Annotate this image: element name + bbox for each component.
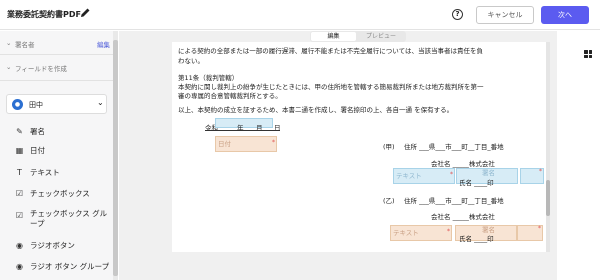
pencil-icon[interactable] <box>80 7 92 19</box>
document-title: 業務委託契約書PDF <box>7 10 81 19</box>
party-a-company: 会社名 _____株式会社 <box>431 160 495 168</box>
mode-tabs: 編集 プレビュー <box>310 31 406 42</box>
cancel-button[interactable]: キャンセル <box>476 6 534 24</box>
chevron-down-icon[interactable]: ⌄ <box>6 63 11 71</box>
party-a-name: 氏名 ____印 <box>459 179 494 187</box>
document-scrollbar-thumb[interactable] <box>546 180 550 216</box>
help-icon[interactable]: ? <box>452 9 463 20</box>
divider <box>0 80 113 81</box>
user-avatar-icon: ● <box>12 99 23 110</box>
next-button[interactable]: 次へ <box>541 6 589 24</box>
party-a-label: (甲) <box>383 143 395 151</box>
required-star: * <box>447 228 450 235</box>
chevron-down-icon: ⌄ <box>97 98 104 107</box>
document-scrollbar[interactable] <box>546 42 550 252</box>
date-underline <box>205 130 280 131</box>
text-field-placeholder: テキスト <box>396 172 422 180</box>
doc-line: による契約の全部または一部の履行遅滞、履行不能または不完全履行については、当該当… <box>178 47 483 55</box>
grid-icon[interactable] <box>584 50 592 58</box>
signers-heading: 署名者 <box>15 41 35 49</box>
field-checkbox-group[interactable]: チェックボックス グループ <box>30 209 110 229</box>
party-b-company: 会社名 _____株式会社 <box>431 213 495 221</box>
divider <box>0 54 113 55</box>
party-a-text-field[interactable]: テキスト * <box>393 168 455 184</box>
text-field-placeholder: テキスト <box>393 229 419 237</box>
party-b-label: (乙) <box>383 197 395 205</box>
doc-line: 以上、本契約の成立を証するため、本書二通を作成し、署名捺印の上、各自一通 を保有… <box>178 106 454 114</box>
party-b-text-field[interactable]: テキスト * <box>390 225 452 241</box>
signature-field-placeholder: 署名 <box>482 169 495 177</box>
create-fields-heading: フィールドを作成 <box>15 65 67 73</box>
signer-select[interactable]: ● 田中 ⌄ <box>6 94 107 114</box>
doc-line: 審の専属的合意管轄裁判所とする。 <box>178 92 282 100</box>
chevron-down-icon[interactable]: ⌄ <box>6 39 11 47</box>
party-a-signature-field[interactable]: 署名 <box>480 169 520 178</box>
date-field-placeholder: 日付 <box>218 140 231 148</box>
party-a-seal-field[interactable]: * <box>520 168 544 184</box>
field-text[interactable]: テキスト <box>30 167 60 178</box>
party-a-address: 住所 ___県___市___町__丁目_番地 <box>404 143 504 151</box>
signature-field-placeholder: 署名 <box>482 226 495 234</box>
text-icon: T <box>17 168 22 177</box>
required-star: * <box>539 168 542 175</box>
edit-signers-link[interactable]: 編集 <box>97 39 110 49</box>
date-field[interactable]: 日付 * <box>215 136 277 152</box>
checkbox-group-icon: ☑ <box>15 211 24 220</box>
signature-icon: ✎ <box>16 127 23 136</box>
sidebar-scrollbar-thumb[interactable] <box>113 40 118 276</box>
checkbox-icon: ☑ <box>15 189 24 198</box>
field-checkbox[interactable]: チェックボックス <box>30 188 90 199</box>
radio-icon: ◉ <box>16 241 23 250</box>
field-radio-group[interactable]: ラジオ ボタン グループ <box>30 261 109 272</box>
required-star: * <box>272 139 275 146</box>
tab-preview[interactable]: プレビュー <box>358 32 404 41</box>
required-star: * <box>450 171 453 178</box>
radio-group-icon: ◉ <box>16 262 23 271</box>
date-field-highlight[interactable] <box>215 118 273 128</box>
field-date[interactable]: 日付 <box>30 145 45 156</box>
party-b-seal-field[interactable]: * <box>517 225 543 241</box>
doc-line: わない。 <box>178 57 204 65</box>
field-radio[interactable]: ラジオボタン <box>30 240 75 251</box>
signer-name: 田中 <box>29 101 43 109</box>
calendar-icon: ▦ <box>15 146 24 155</box>
party-b-address: 住所 ___県___市___町__丁目_番地 <box>404 197 504 205</box>
party-b-signature-field[interactable]: 署名 <box>480 226 520 235</box>
required-star: * <box>538 225 541 232</box>
tab-edit[interactable]: 編集 <box>311 32 356 41</box>
field-signature[interactable]: 署名 <box>30 126 45 137</box>
